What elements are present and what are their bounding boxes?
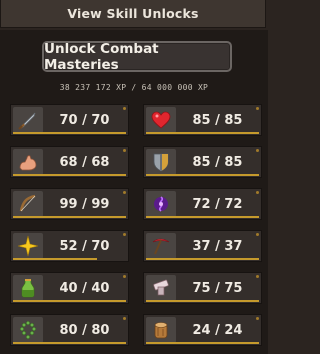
skill-cell-defence[interactable]: 85 / 85 [143,146,262,178]
skill-indicator-dot [123,107,126,110]
xp-readout: 38 237 172 XP / 64 000 000 XP [59,83,209,92]
skill-progress-bar [146,342,259,344]
skill-indicator-dot [123,275,126,278]
skill-value: 72 / 72 [192,196,243,212]
skill-progress-bar [146,216,259,218]
skill-progress-bar [13,342,126,344]
skill-cell-prayer[interactable]: 80 / 80 [10,314,129,346]
skill-value: 75 / 75 [192,280,243,296]
log-icon [146,317,176,343]
skill-indicator-dot [256,317,259,320]
skill-cell-mining[interactable]: 37 / 37 [143,230,262,262]
skill-value: 37 / 37 [192,238,243,254]
prayer-beads-icon [13,317,43,343]
skill-progress-bar [146,258,259,260]
skill-indicator-dot [256,233,259,236]
skill-indicator-dot [123,317,126,320]
view-skill-unlocks-button[interactable]: View Skill Unlocks [0,0,266,28]
skill-value: 99 / 99 [59,196,110,212]
skill-progress-bar [146,300,259,302]
skill-indicator-dot [256,275,259,278]
skill-value: 85 / 85 [192,154,243,170]
pickaxe-icon [146,233,176,259]
skill-value: 80 / 80 [59,322,110,338]
magic-orb-icon [146,191,176,217]
skill-cell-sword[interactable]: 70 / 70 [10,104,129,136]
shield-icon [146,149,176,175]
heart-icon [146,107,176,133]
skill-cell-potion[interactable]: 40 / 40 [10,272,129,304]
skill-indicator-dot [256,149,259,152]
bow-icon [13,191,43,217]
skill-value: 68 / 68 [59,154,110,170]
sword-icon [13,107,43,133]
anvil-icon [146,275,176,301]
skill-indicator-dot [123,149,126,152]
skill-progress-bar [146,132,259,134]
skill-cell-smithing[interactable]: 75 / 75 [143,272,262,304]
skill-indicator-dot [256,107,259,110]
skill-indicator-dot [123,233,126,236]
skill-cell-woodcutting[interactable]: 24 / 24 [143,314,262,346]
skill-progress-bar [13,300,126,302]
skill-value: 70 / 70 [59,112,110,128]
unlock-combat-masteries-button[interactable]: Unlock Combat Masteries [42,41,232,73]
green-potion-icon [13,275,43,301]
skill-cell-strength[interactable]: 68 / 68 [10,146,129,178]
skill-progress-bar [13,216,126,218]
flexed-arm-icon [13,149,43,175]
skill-value: 85 / 85 [192,112,243,128]
skill-cell-star[interactable]: 52 / 70 [10,230,129,262]
skill-value: 52 / 70 [59,238,110,254]
skill-cell-magic[interactable]: 72 / 72 [143,188,262,220]
skill-value: 40 / 40 [59,280,110,296]
skill-cell-heart[interactable]: 85 / 85 [143,104,262,136]
skill-indicator-dot [256,191,259,194]
skill-progress-bar [13,258,97,260]
skill-cell-ranged[interactable]: 99 / 99 [10,188,129,220]
skill-progress-bar [13,132,126,134]
skill-value: 24 / 24 [192,322,243,338]
skill-progress-bar [146,174,259,176]
skill-indicator-dot [123,191,126,194]
skill-progress-bar [13,174,126,176]
star-burst-icon [13,233,43,259]
